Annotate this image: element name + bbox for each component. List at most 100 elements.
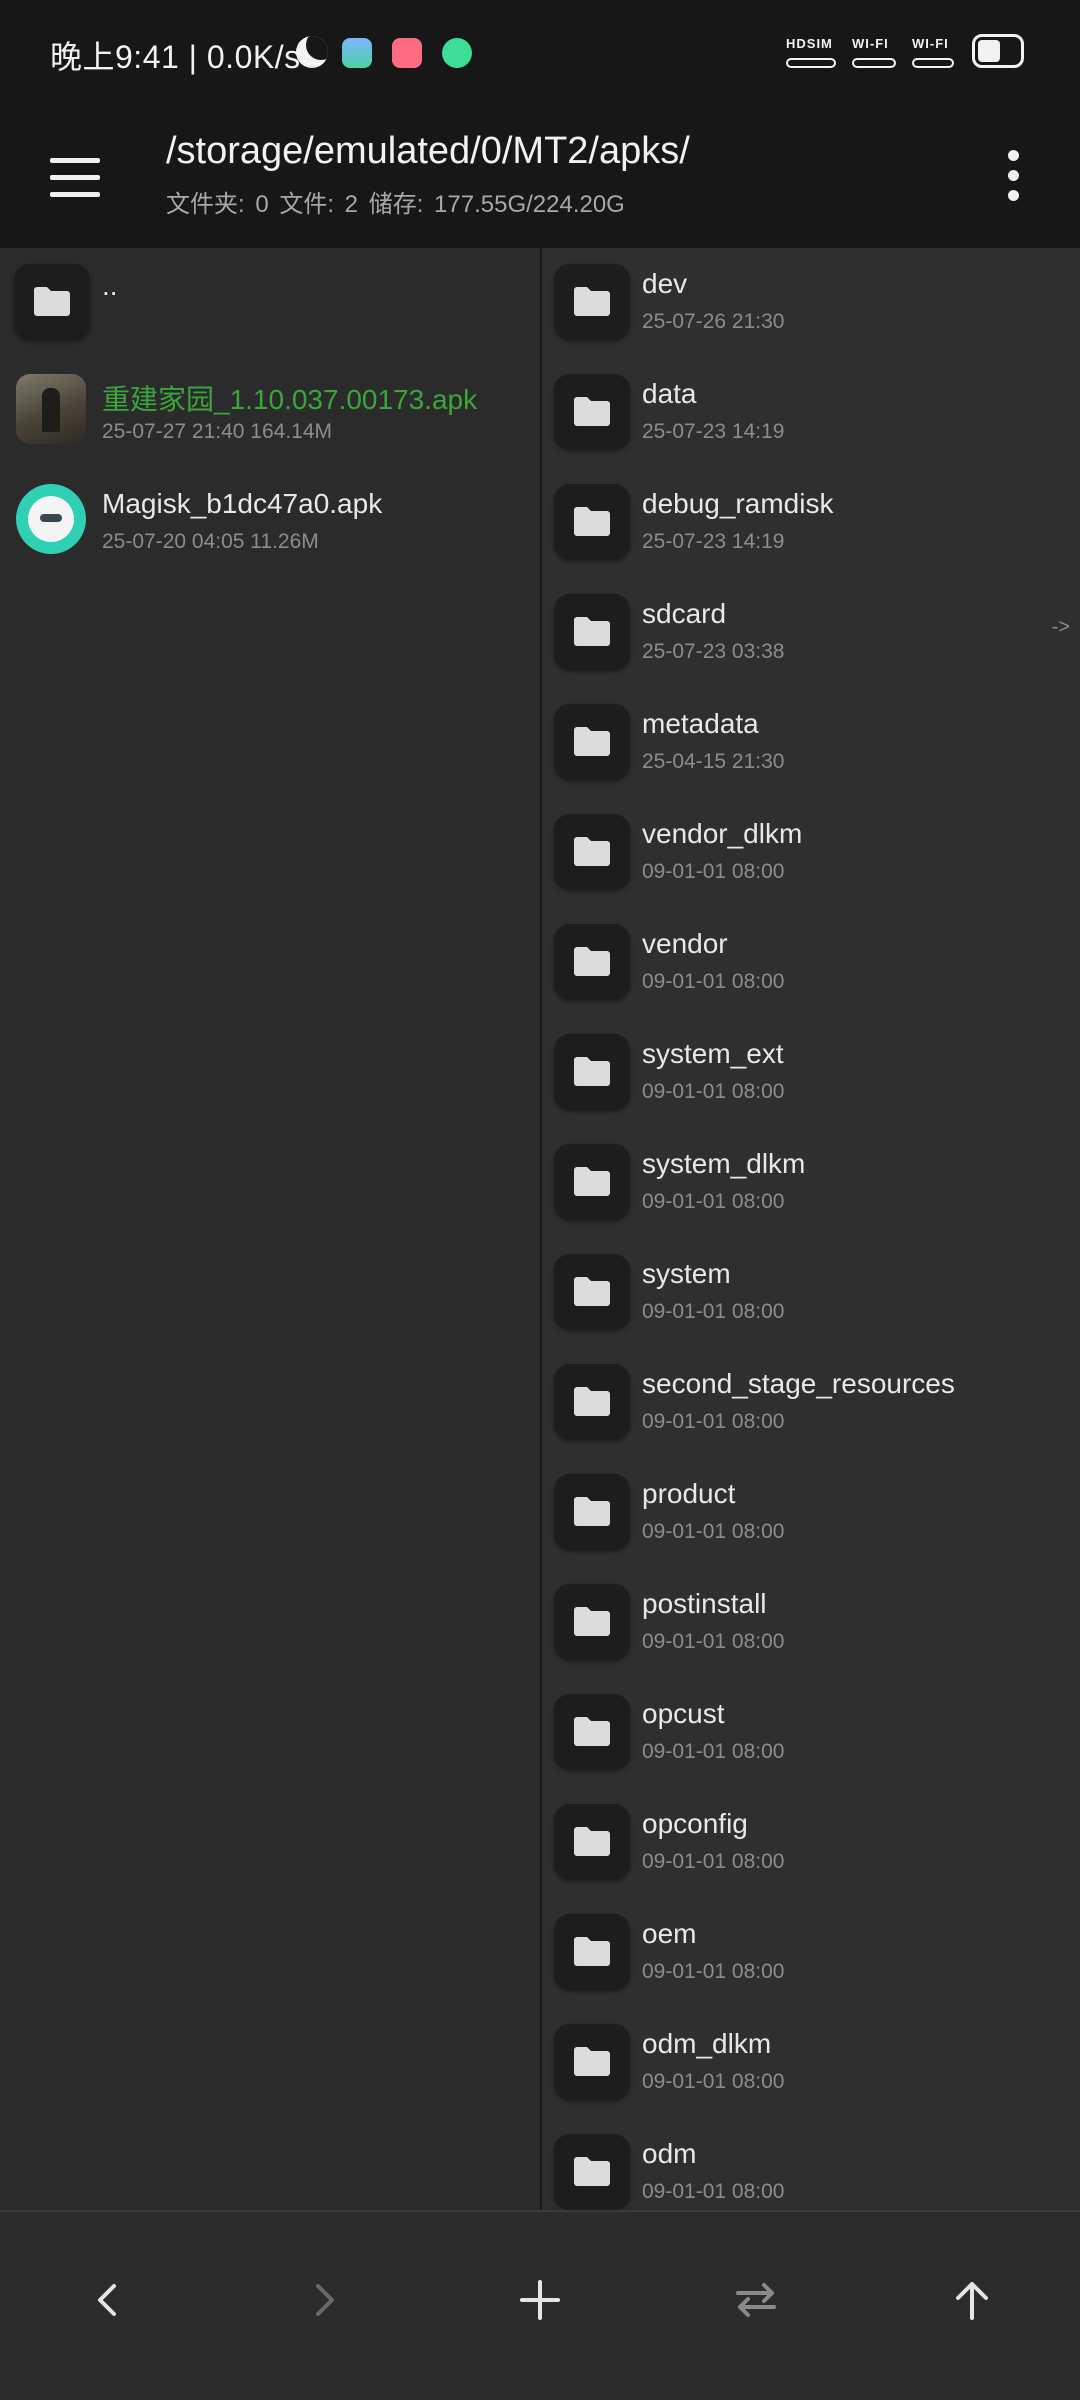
folder-icon xyxy=(554,1034,630,1110)
left-file-pane[interactable]: .. 重建家园_1.10.037.00173.apk 25-07-27 21:4… xyxy=(0,248,540,2210)
game-apk-icon xyxy=(16,374,86,444)
wifi-signal-icon xyxy=(852,58,896,68)
folder-name: odm_dlkm xyxy=(642,2028,772,2059)
folder-name: debug_ramdisk xyxy=(642,488,834,519)
folder-row[interactable]: opconfig 09-01-01 08:00 xyxy=(542,1788,1080,1898)
folder-row[interactable]: system 09-01-01 08:00 xyxy=(542,1238,1080,1348)
current-path[interactable]: /storage/emulated/0/MT2/apks/ xyxy=(166,130,690,173)
folder-name: postinstall xyxy=(642,1588,767,1619)
swap-icon xyxy=(736,2283,776,2317)
folder-row[interactable]: postinstall 09-01-01 08:00 xyxy=(542,1568,1080,1678)
folder-name: second_stage_resources xyxy=(642,1368,955,1399)
top-toolbar: /storage/emulated/0/MT2/apks/ 文件夹: 0 文件:… xyxy=(0,108,1080,248)
right-file-pane[interactable]: dev 25-07-26 21:30 data 25-07-23 14:19 debug… xyxy=(542,248,1080,2210)
folder-name: opconfig xyxy=(642,1808,748,1839)
folder-icon xyxy=(554,484,630,560)
folder-icon xyxy=(554,704,630,780)
folder-name: vendor xyxy=(642,928,728,959)
folder-icon xyxy=(554,2024,630,2100)
parent-directory-row[interactable]: .. xyxy=(0,248,540,358)
folder-icon xyxy=(554,264,630,340)
folder-name: odm xyxy=(642,2138,697,2169)
add-icon xyxy=(520,2280,560,2320)
folder-row[interactable]: dev 25-07-26 21:30 xyxy=(542,248,1080,358)
file-name: 重建家园_1.10.037.00173.apk xyxy=(102,384,478,415)
menu-button[interactable] xyxy=(46,148,106,208)
folder-meta: 09-01-01 08:00 xyxy=(642,1850,785,1873)
folder-name: system_dlkm xyxy=(642,1148,806,1179)
folder-icon xyxy=(554,594,630,670)
folder-row[interactable]: odm_dlkm 09-01-01 08:00 xyxy=(542,2008,1080,2118)
folder-name: vendor_dlkm xyxy=(642,818,803,849)
magisk-apk-icon xyxy=(16,484,86,554)
folder-meta: 25-07-23 14:19 xyxy=(642,420,785,443)
folder-row[interactable]: opcust 09-01-01 08:00 xyxy=(542,1678,1080,1788)
app-notification-icon xyxy=(342,38,372,68)
folder-icon xyxy=(554,814,630,890)
wifi-signal-icon-2 xyxy=(912,58,954,68)
folder-icon xyxy=(554,1254,630,1330)
up-icon xyxy=(956,2282,988,2320)
status-bar: 晚上9:41 | 0.0K/s HDSIM WI-FI WI-FI xyxy=(0,0,1080,108)
symlink-indicator: -> xyxy=(1051,616,1070,638)
do-not-disturb-icon xyxy=(296,36,328,68)
folder-row[interactable]: vendor_dlkm 09-01-01 08:00 xyxy=(542,798,1080,908)
folder-row[interactable]: system_dlkm 09-01-01 08:00 xyxy=(542,1128,1080,1238)
folder-icon xyxy=(554,1364,630,1440)
folder-meta: 25-07-26 21:30 xyxy=(642,310,785,333)
status-time: 晚上9:41 | 0.0K/s xyxy=(50,39,301,75)
folder-row[interactable]: odm 09-01-01 08:00 xyxy=(542,2118,1080,2210)
battery-icon xyxy=(972,34,1024,68)
folder-name: dev xyxy=(642,268,688,299)
folder-meta: 09-01-01 08:00 xyxy=(642,1190,785,1213)
folder-icon xyxy=(554,1804,630,1880)
sim-label: HDSIM xyxy=(786,36,833,51)
folder-meta: 09-01-01 08:00 xyxy=(642,1960,785,1983)
folder-icon xyxy=(554,1474,630,1550)
sim-signal-icon xyxy=(786,58,836,68)
folder-name: system xyxy=(642,1258,731,1289)
folder-name: metadata xyxy=(642,708,759,739)
folder-row[interactable]: sdcard 25-07-23 03:38 -> xyxy=(542,578,1080,688)
folder-row[interactable]: second_stage_resources 09-01-01 08:00 xyxy=(542,1348,1080,1458)
folder-meta: 09-01-01 08:00 xyxy=(642,1080,785,1103)
folder-icon xyxy=(554,1914,630,1990)
file-meta: 25-07-20 04:05 11.26M xyxy=(102,530,319,553)
folder-row[interactable]: debug_ramdisk 25-07-23 14:19 xyxy=(542,468,1080,578)
folder-meta: 09-01-01 08:00 xyxy=(642,2070,785,2093)
folder-row[interactable]: product 09-01-01 08:00 xyxy=(542,1458,1080,1568)
folder-icon xyxy=(554,374,630,450)
folder-meta: 25-07-23 14:19 xyxy=(642,530,785,553)
folder-meta: 09-01-01 08:00 xyxy=(642,860,785,883)
folder-name: product xyxy=(642,1478,736,1509)
folder-row[interactable]: oem 09-01-01 08:00 xyxy=(542,1898,1080,2008)
folder-meta: 25-07-23 03:38 xyxy=(642,640,785,663)
up-directory-button[interactable] xyxy=(924,2252,1020,2348)
folder-icon xyxy=(554,1584,630,1660)
wifi-label-1: WI-FI xyxy=(852,36,889,51)
folder-row[interactable]: metadata 25-04-15 21:30 xyxy=(542,688,1080,798)
folder-meta: 09-01-01 08:00 xyxy=(642,1410,785,1433)
folder-row[interactable]: data 25-07-23 14:19 xyxy=(542,358,1080,468)
folder-row[interactable]: vendor 09-01-01 08:00 xyxy=(542,908,1080,1018)
swap-panes-button[interactable] xyxy=(708,2252,804,2348)
bottom-navigation xyxy=(0,2210,1080,2400)
folder-row[interactable]: system_ext 09-01-01 08:00 xyxy=(542,1018,1080,1128)
forward-button[interactable] xyxy=(276,2252,372,2348)
bilibili-notification-icon xyxy=(392,38,422,68)
folder-name: oem xyxy=(642,1918,697,1949)
folder-name: opcust xyxy=(642,1698,725,1729)
back-button[interactable] xyxy=(60,2252,156,2348)
add-button[interactable] xyxy=(492,2252,588,2348)
folder-icon xyxy=(554,924,630,1000)
storage-info: 文件夹: 0 文件: 2 储存: 177.55G/224.20G xyxy=(166,191,625,218)
folder-meta: 09-01-01 08:00 xyxy=(642,2180,785,2203)
folder-meta: 09-01-01 08:00 xyxy=(642,1630,785,1653)
folder-icon xyxy=(554,1694,630,1770)
folder-name: data xyxy=(642,378,697,409)
folder-meta: 25-04-15 21:30 xyxy=(642,750,785,773)
more-options-button[interactable] xyxy=(996,146,1032,206)
file-row[interactable]: 重建家园_1.10.037.00173.apk 25-07-27 21:40 1… xyxy=(0,358,540,468)
folder-name: system_ext xyxy=(642,1038,784,1069)
file-row[interactable]: Magisk_b1dc47a0.apk 25-07-20 04:05 11.26… xyxy=(0,468,540,578)
